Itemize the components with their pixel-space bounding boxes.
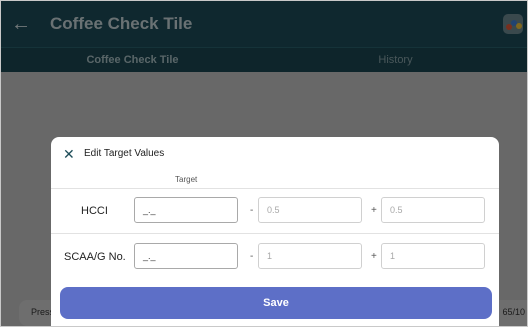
row-label-scaa-g-no: SCAA/G No. (64, 251, 126, 263)
hcci-target-input[interactable]: _._ (134, 197, 238, 223)
scaa-target-input[interactable]: _._ (134, 243, 238, 269)
plus-sign: + (371, 251, 377, 262)
close-icon[interactable]: ✕ (63, 147, 77, 161)
plus-sign: + (371, 205, 377, 216)
dialog-title: Edit Target Values (84, 148, 165, 159)
scaa-minus-tolerance-input[interactable]: 1 (258, 243, 362, 269)
minus-sign: - (250, 251, 254, 262)
app-screen: ← Coffee Check Tile Coffee Check Tile Hi… (0, 0, 528, 327)
row-label-hcci: HCCI (81, 205, 108, 217)
hcci-minus-tolerance-input[interactable]: 0.5 (258, 197, 362, 223)
divider (51, 188, 499, 189)
save-button[interactable]: Save (60, 287, 492, 319)
scaa-plus-tolerance-input[interactable]: 1 (381, 243, 485, 269)
edit-target-values-dialog: ✕ Edit Target Values Target HCCI _._ - 0… (51, 137, 499, 326)
divider (51, 233, 499, 234)
minus-sign: - (250, 205, 254, 216)
target-column-header: Target (175, 175, 198, 184)
hcci-plus-tolerance-input[interactable]: 0.5 (381, 197, 485, 223)
